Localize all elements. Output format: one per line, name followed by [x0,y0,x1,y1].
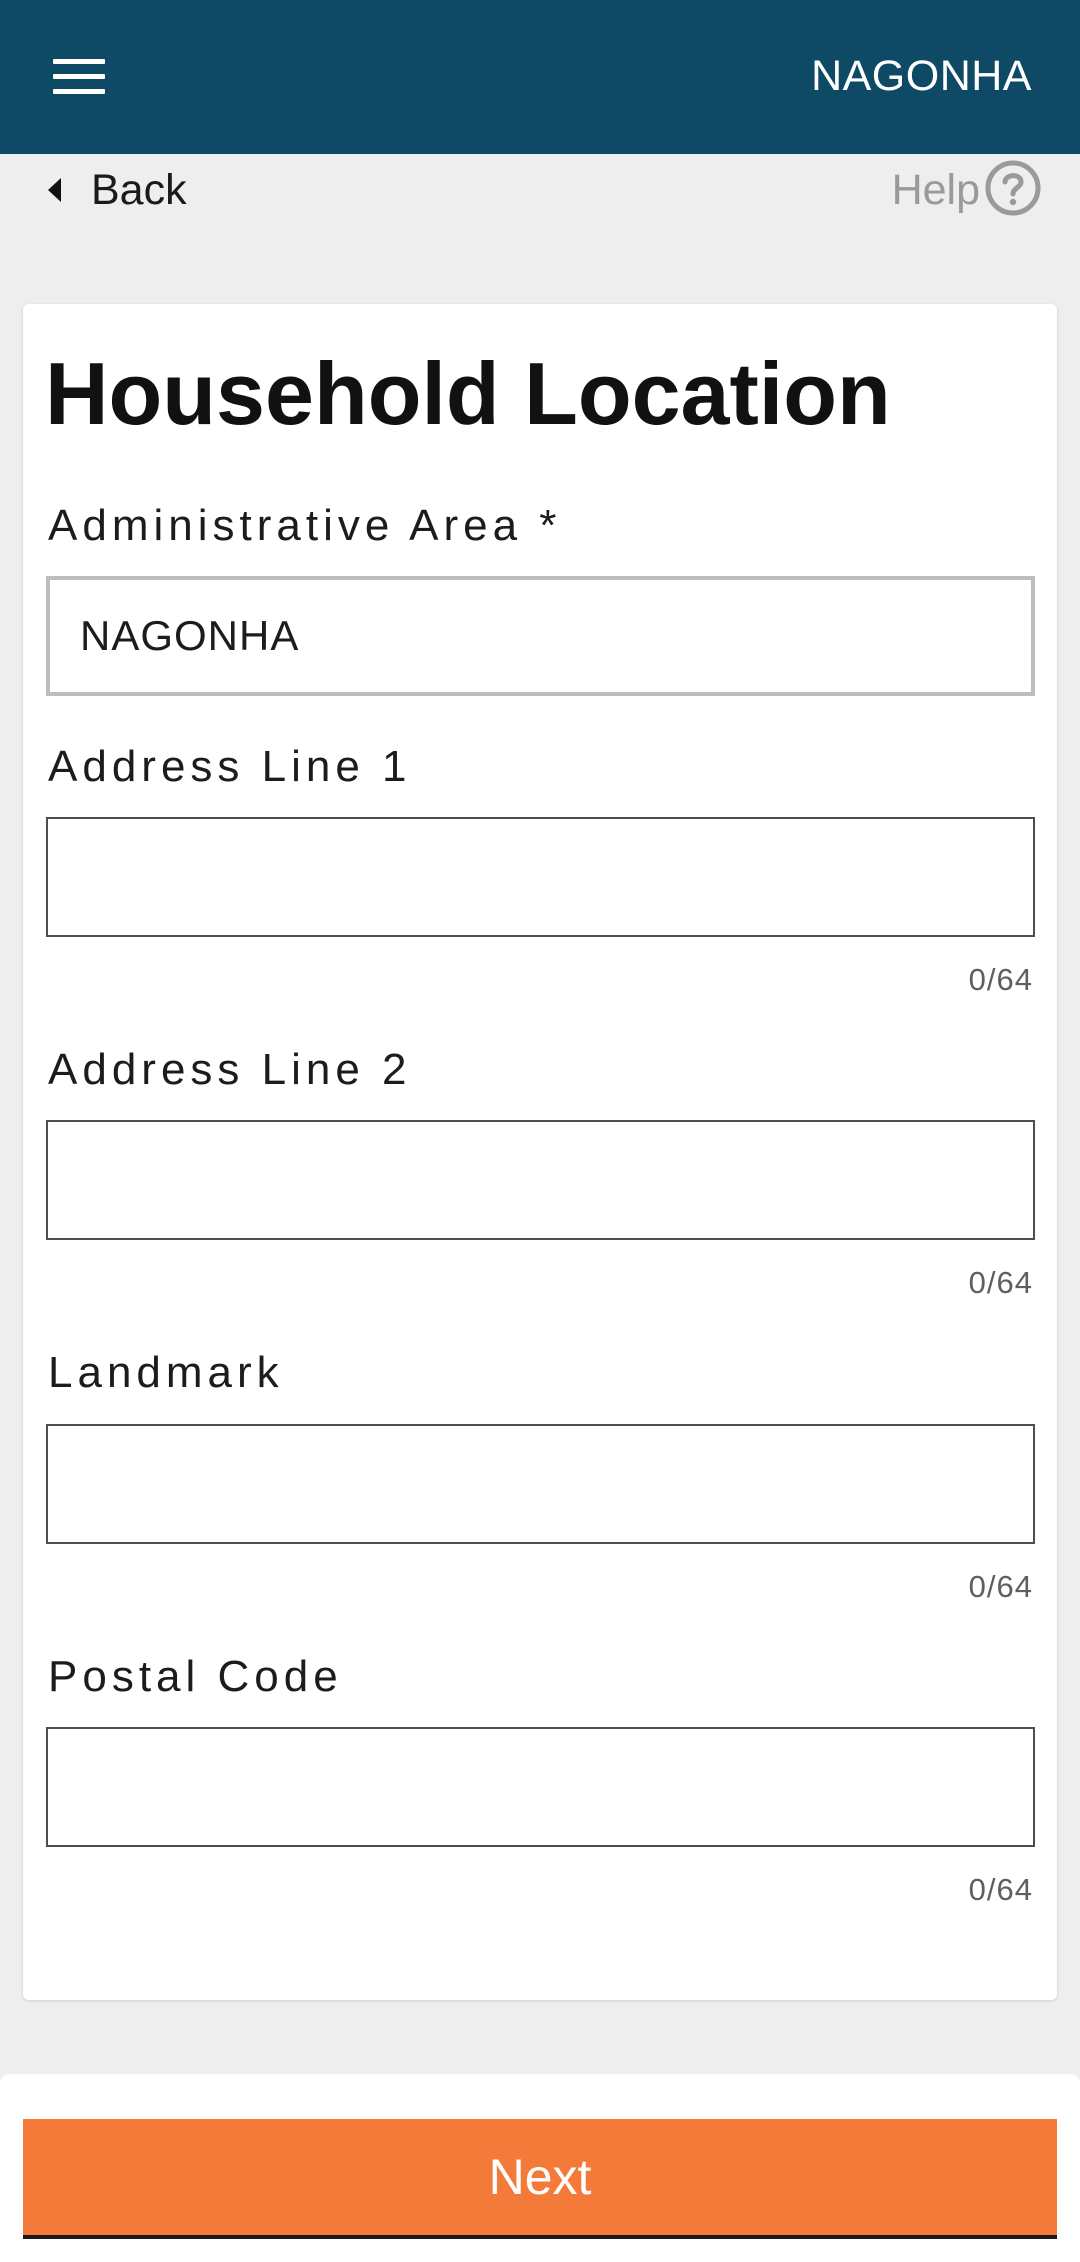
address-line-1-counter: 0/64 [968,962,1033,997]
landmark-label: Landmark [48,1348,284,1397]
hamburger-menu-icon[interactable] [40,47,118,105]
landmark-counter: 0/64 [968,1569,1033,1604]
address-line-2-label: Address Line 2 [48,1045,412,1094]
back-button[interactable]: Back [48,162,187,218]
bottom-action-bar: Next [0,2074,1080,2262]
caret-left-icon [48,178,61,202]
postal-code-label: Postal Code [48,1652,343,1701]
address-line-2-input[interactable] [46,1120,1035,1240]
landmark-input[interactable] [46,1424,1035,1544]
administrative-area-label: Administrative Area * [48,501,562,550]
app-bar-title: NAGONHA [811,52,1032,100]
app-bar: NAGONHA [0,0,1080,154]
postal-code-input[interactable] [46,1727,1035,1847]
administrative-area-field[interactable] [46,576,1035,696]
postal-code-counter: 0/64 [968,1872,1033,1907]
help-button[interactable]: Help [892,160,1042,220]
address-line-1-label: Address Line 1 [48,742,412,791]
address-line-2-counter: 0/64 [968,1265,1033,1300]
back-label: Back [91,165,187,214]
form-card: Household Location Administrative Area *… [23,304,1057,2000]
page-title: Household Location [45,344,891,443]
next-button[interactable]: Next [23,2119,1057,2239]
question-circle-icon [984,159,1042,222]
help-label: Help [891,165,980,214]
address-line-1-input[interactable] [46,817,1035,937]
